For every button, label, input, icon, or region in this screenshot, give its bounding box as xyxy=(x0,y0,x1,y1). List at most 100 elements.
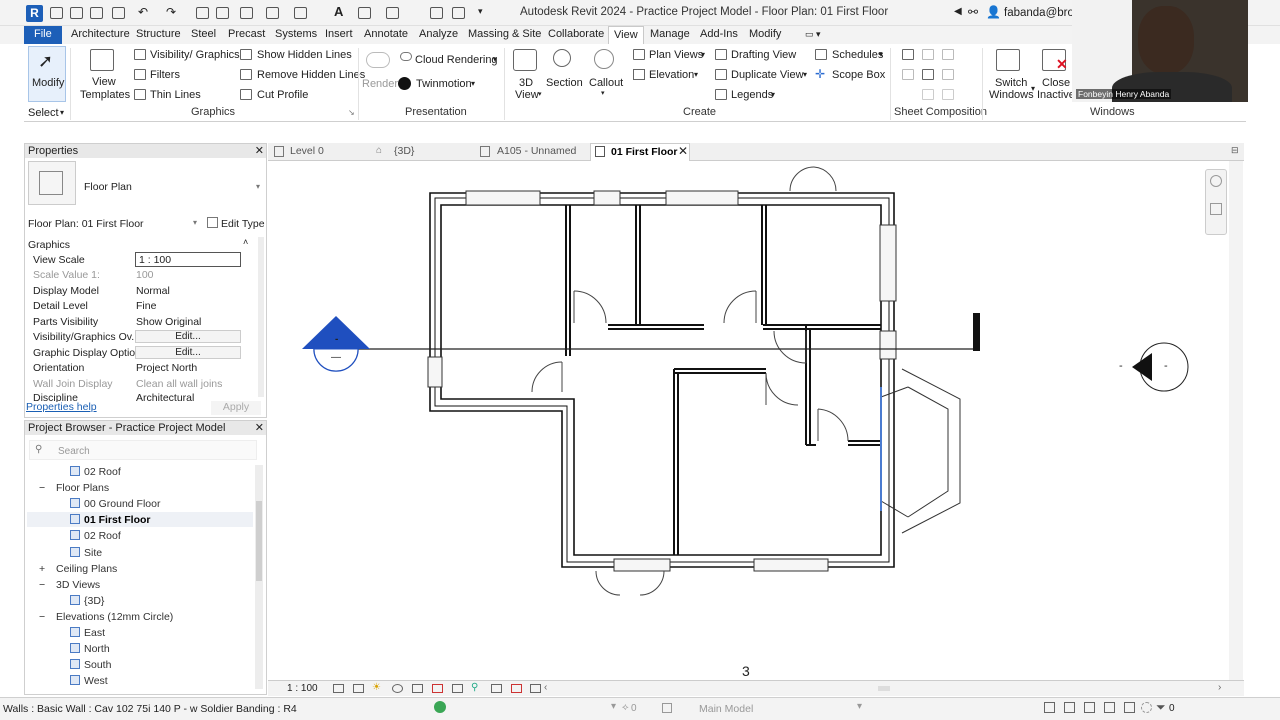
selection-link-icon[interactable]: ⟡ xyxy=(622,702,629,713)
browser-tree-item[interactable]: Site xyxy=(70,546,102,559)
revit-logo[interactable]: R xyxy=(26,5,43,22)
edit-type-button[interactable]: Edit Type xyxy=(221,218,265,230)
select-pinned-icon[interactable] xyxy=(1084,702,1095,713)
open-icon[interactable] xyxy=(70,7,83,19)
tab-annotate[interactable]: Annotate xyxy=(362,26,410,44)
visibility-graphics-edit-button[interactable]: Edit... xyxy=(135,330,241,343)
tab-architecture[interactable]: Architecture xyxy=(69,26,132,44)
browser-tree-item[interactable]: 02 Roof xyxy=(70,530,121,542)
schedules-button[interactable]: Schedules xyxy=(832,49,883,61)
switch-windows-chevron-icon[interactable]: ▾ xyxy=(1031,84,1035,93)
drag-elements-icon[interactable] xyxy=(1124,702,1135,713)
legends-button[interactable]: Legends xyxy=(731,89,773,101)
switch-windows-label-1[interactable]: Switch xyxy=(995,77,1027,89)
align-icon[interactable] xyxy=(266,7,279,19)
temp-hide-icon[interactable]: ⚲ xyxy=(471,682,478,693)
tab-precast[interactable]: Precast xyxy=(226,26,267,44)
tab-modify[interactable]: Modify xyxy=(747,26,783,44)
scroll-right-icon[interactable]: › xyxy=(1218,682,1221,693)
schedules-chevron-icon[interactable]: ▾ xyxy=(879,50,883,59)
shadows-icon[interactable] xyxy=(392,684,403,693)
show-hidden-lines-button[interactable]: Show Hidden Lines xyxy=(257,49,352,61)
floor-plan-drawing[interactable] xyxy=(268,161,1244,680)
legends-chevron-icon[interactable]: ▾ xyxy=(771,90,775,99)
tab-steel[interactable]: Steel xyxy=(189,26,218,44)
save-icon[interactable] xyxy=(90,7,103,19)
plan-views-button[interactable]: Plan Views xyxy=(649,49,703,61)
binoculars-icon[interactable]: ⚯ xyxy=(968,5,978,19)
browser-tree-item[interactable]: South xyxy=(70,659,111,671)
properties-scrollbar[interactable] xyxy=(258,237,264,397)
visibility-graphics-button[interactable]: Visibility/ Graphics xyxy=(150,49,240,61)
type-chevron-icon[interactable]: ▾ xyxy=(256,182,260,191)
filter-icon[interactable]: ⏷ xyxy=(1156,700,1166,715)
show-crop-icon[interactable] xyxy=(432,684,443,693)
switch-windows-label-2[interactable]: Windows xyxy=(989,89,1034,101)
filter-chevron-icon[interactable]: ▾ xyxy=(611,701,616,712)
reveal-hidden-icon[interactable] xyxy=(491,684,502,693)
view-templates-label-2[interactable]: Templates xyxy=(80,89,130,101)
tab-options-icon[interactable]: ▭ ▾ xyxy=(803,26,823,44)
highlight-displacement-icon[interactable] xyxy=(530,684,541,693)
elevation-chevron-icon[interactable]: ▾ xyxy=(694,70,698,79)
close-inactive-label-2[interactable]: Inactive xyxy=(1037,89,1075,101)
close-inactive-label-1[interactable]: Close xyxy=(1042,77,1070,89)
tab-collaborate[interactable]: Collaborate xyxy=(546,26,606,44)
instance-selector[interactable]: Floor Plan: 01 First Floor xyxy=(28,218,144,230)
search-left-icon[interactable]: ◀ xyxy=(954,6,962,17)
tab-file[interactable]: File xyxy=(24,26,62,44)
properties-close-icon[interactable]: ✕ xyxy=(255,144,264,157)
browser-tree-item[interactable]: {3D} xyxy=(70,594,104,607)
thin-lines-button[interactable]: Thin Lines xyxy=(150,89,201,101)
selector-chevron-icon[interactable]: ▾ xyxy=(193,218,197,227)
twinmotion-button[interactable]: Twinmotion xyxy=(416,78,472,90)
filters-button[interactable]: Filters xyxy=(150,69,180,81)
chevron-down-icon[interactable]: ▾ xyxy=(478,6,483,17)
title-block-icon[interactable] xyxy=(922,49,934,60)
select-chevron-icon[interactable]: ▾ xyxy=(60,108,64,117)
switch-windows-icon[interactable] xyxy=(452,7,465,19)
browser-scrollbar-thumb[interactable] xyxy=(256,501,262,581)
browser-tree-item[interactable]: 02 Roof xyxy=(70,466,121,478)
browser-tree-item[interactable]: 01 First Floor xyxy=(70,514,151,526)
lock-view-icon[interactable] xyxy=(452,684,463,693)
view-scale-control[interactable]: 1 : 100 xyxy=(287,683,318,694)
browser-tree-item[interactable]: East xyxy=(70,627,105,639)
duplicate-chevron-icon[interactable]: ▾ xyxy=(803,70,807,79)
tab-massing-site[interactable]: Massing & Site xyxy=(466,26,543,44)
browser-tree-item[interactable]: −3D Views xyxy=(39,579,100,591)
dimension-icon[interactable] xyxy=(240,7,253,19)
callout-button[interactable]: Callout xyxy=(589,77,623,89)
view-tab-3d[interactable]: {3D} xyxy=(394,143,414,161)
tree-toggle-icon[interactable]: + xyxy=(39,563,45,575)
measure-icon[interactable] xyxy=(216,7,229,19)
graphics-settings-icon[interactable]: ↘ xyxy=(348,108,355,117)
graphic-display-edit-button[interactable]: Edit... xyxy=(135,346,241,359)
text-icon[interactable]: A xyxy=(334,4,343,19)
callout-chevron-icon[interactable]: ▾ xyxy=(601,89,605,97)
elevation-marker[interactable] xyxy=(1132,342,1189,392)
detail-level-icon[interactable] xyxy=(333,684,344,693)
viewports-icon[interactable] xyxy=(942,89,954,100)
3d-view-label-2[interactable]: View xyxy=(515,89,539,101)
prop-value-display-model[interactable]: Normal xyxy=(136,285,170,297)
tab-view[interactable]: View xyxy=(608,26,644,44)
tag-icon[interactable] xyxy=(294,7,307,19)
browser-tree-item[interactable]: 00 Ground Floor xyxy=(70,498,160,510)
tab-add-ins[interactable]: Add-Ins xyxy=(698,26,740,44)
model-chevron-icon[interactable]: ▾ xyxy=(857,701,862,712)
view-tab-a105[interactable]: A105 - Unnamed xyxy=(497,143,576,161)
browser-tree-item[interactable]: North xyxy=(70,643,110,655)
drawing-canvas[interactable]: - — - - 3 xyxy=(268,161,1244,680)
user-icon[interactable]: 👤 xyxy=(986,5,1001,19)
undo-icon[interactable]: ↶ xyxy=(138,5,148,19)
close-hidden-icon[interactable] xyxy=(430,7,443,19)
sync-icon[interactable] xyxy=(112,7,125,19)
cloud-rendering-button[interactable]: Cloud Rendering xyxy=(415,54,498,66)
3d-view-label-1[interactable]: 3D xyxy=(519,77,533,89)
sun-path-icon[interactable]: ☀ xyxy=(372,682,381,693)
edit-type-icon[interactable] xyxy=(207,217,218,228)
view-reference-icon[interactable] xyxy=(922,89,934,100)
prop-value-orientation[interactable]: Project North xyxy=(136,362,197,374)
browser-tree-item[interactable]: − Elevations (12mm Circle) xyxy=(39,611,173,623)
